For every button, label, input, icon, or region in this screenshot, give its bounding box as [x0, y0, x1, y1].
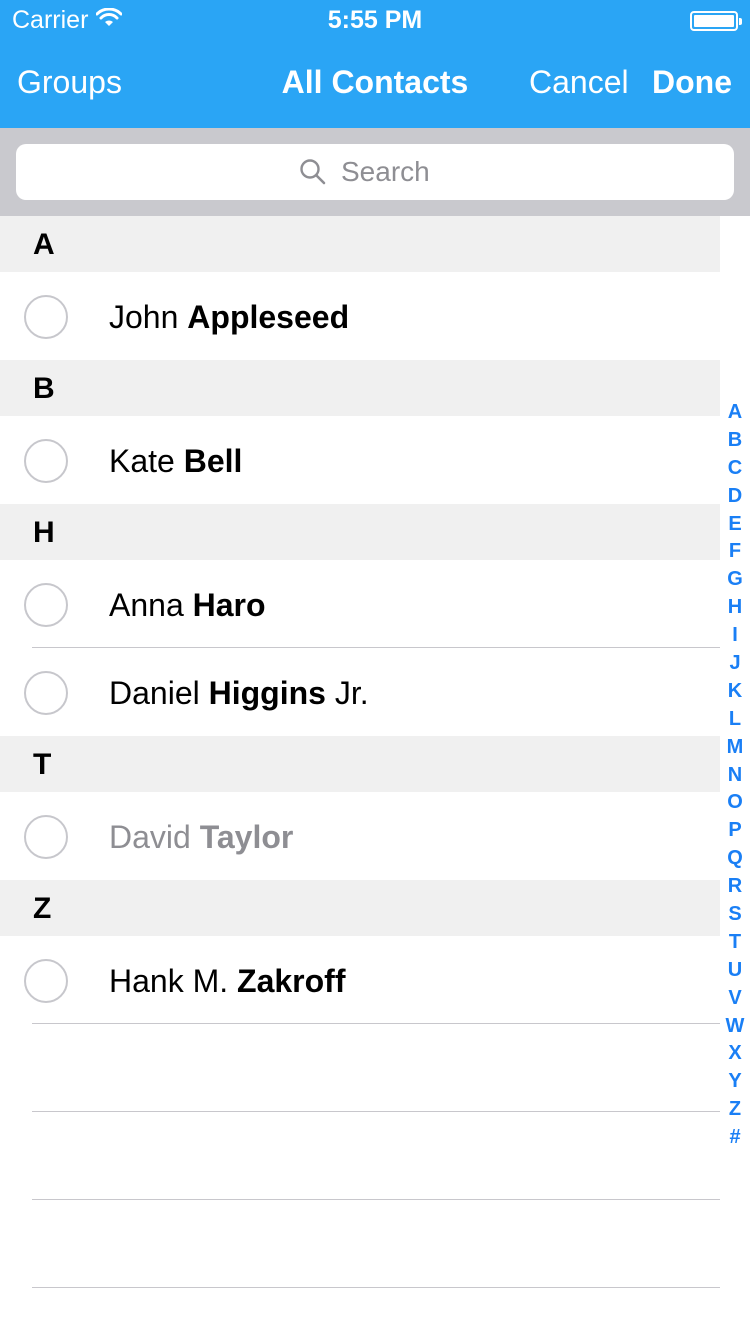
- groups-button[interactable]: Groups: [17, 64, 122, 101]
- navigation-header: Carrier 5:55 PM Groups All Contacts Canc…: [0, 0, 750, 128]
- contact-row-disabled: David Taylor: [0, 792, 720, 880]
- index-letter[interactable]: A: [728, 398, 742, 426]
- battery-icon: [690, 11, 742, 31]
- contact-row[interactable]: Daniel Higgins Jr.: [0, 648, 720, 736]
- index-letter[interactable]: Q: [727, 844, 743, 872]
- index-letter[interactable]: K: [728, 677, 742, 705]
- contact-row[interactable]: Anna Haro: [0, 560, 720, 648]
- index-letter[interactable]: L: [729, 705, 741, 733]
- empty-row: [0, 1200, 720, 1288]
- contact-row[interactable]: Kate Bell: [0, 416, 720, 504]
- index-letter[interactable]: O: [727, 788, 743, 816]
- contact-name: Kate Bell: [109, 416, 242, 504]
- index-letter[interactable]: C: [728, 454, 742, 482]
- index-letter[interactable]: X: [728, 1039, 741, 1067]
- section-header-z: Z: [0, 880, 720, 936]
- index-letter[interactable]: V: [728, 984, 741, 1012]
- empty-row: [0, 1024, 720, 1112]
- section-header-t: T: [0, 736, 720, 792]
- contact-name: Daniel Higgins Jr.: [109, 648, 369, 736]
- contact-last-name: Zakroff: [237, 963, 346, 999]
- index-letter[interactable]: M: [727, 733, 744, 761]
- contact-row[interactable]: Hank M. Zakroff: [0, 936, 720, 1024]
- index-letter[interactable]: D: [728, 482, 742, 510]
- selection-circle-icon[interactable]: [24, 671, 68, 715]
- status-time: 5:55 PM: [327, 6, 423, 34]
- index-letter[interactable]: S: [728, 900, 741, 928]
- contact-name: David Taylor: [109, 792, 293, 880]
- contact-last-name: Taylor: [199, 819, 294, 855]
- index-letter[interactable]: Y: [728, 1067, 741, 1095]
- index-letter[interactable]: B: [728, 426, 742, 454]
- index-letter[interactable]: U: [728, 956, 742, 984]
- search-bar: [0, 128, 750, 216]
- contact-last-name: Bell: [183, 443, 243, 479]
- contact-name: John Appleseed: [109, 272, 349, 360]
- index-letter[interactable]: F: [729, 537, 741, 565]
- index-letter[interactable]: I: [732, 621, 738, 649]
- index-letter[interactable]: Z: [729, 1095, 741, 1123]
- empty-row: [0, 1112, 720, 1200]
- contact-first-name: Anna: [109, 587, 184, 623]
- contact-first-name: John: [109, 299, 179, 335]
- index-letter[interactable]: #: [729, 1123, 740, 1151]
- contact-first-name: Hank M.: [109, 963, 229, 999]
- search-input[interactable]: [341, 156, 451, 188]
- index-letter[interactable]: P: [728, 816, 741, 844]
- section-index[interactable]: A B C D E F G H I J K L M N O P Q R S T U V W X Y Z #: [720, 398, 750, 1151]
- index-letter[interactable]: W: [726, 1012, 745, 1040]
- cancel-button[interactable]: Cancel: [529, 64, 629, 101]
- search-icon: [300, 159, 326, 185]
- index-letter[interactable]: H: [728, 593, 742, 621]
- selection-circle-icon[interactable]: [24, 439, 68, 483]
- index-letter[interactable]: E: [728, 510, 741, 538]
- contact-last-name: Higgins: [208, 675, 326, 711]
- contact-last-name: Appleseed: [187, 299, 350, 335]
- done-button[interactable]: Done: [652, 64, 732, 101]
- contact-row[interactable]: John Appleseed: [0, 272, 720, 360]
- contact-suffix: Jr.: [334, 675, 369, 711]
- status-bar: Carrier 5:55 PM: [0, 0, 750, 40]
- contact-first-name: Kate: [109, 443, 175, 479]
- selection-circle-icon[interactable]: [24, 959, 68, 1003]
- contact-first-name: David: [109, 819, 191, 855]
- selection-circle-icon: [24, 815, 68, 859]
- search-field[interactable]: [16, 144, 734, 200]
- index-letter[interactable]: J: [729, 649, 740, 677]
- selection-circle-icon[interactable]: [24, 295, 68, 339]
- contact-name: Hank M. Zakroff: [109, 936, 345, 1024]
- section-header-h: H: [0, 504, 720, 560]
- contacts-list: A John Appleseed B Kate Bell H Anna Haro…: [0, 216, 720, 1288]
- index-letter[interactable]: G: [727, 565, 743, 593]
- index-letter[interactable]: T: [729, 928, 741, 956]
- contact-first-name: Daniel: [109, 675, 200, 711]
- index-letter[interactable]: R: [728, 872, 742, 900]
- selection-circle-icon[interactable]: [24, 583, 68, 627]
- contact-name: Anna Haro: [109, 560, 266, 648]
- section-header-b: B: [0, 360, 720, 416]
- index-letter[interactable]: N: [728, 761, 742, 789]
- section-header-a: A: [0, 216, 720, 272]
- contact-last-name: Haro: [192, 587, 266, 623]
- nav-bar: Groups All Contacts Cancel Done: [0, 62, 750, 108]
